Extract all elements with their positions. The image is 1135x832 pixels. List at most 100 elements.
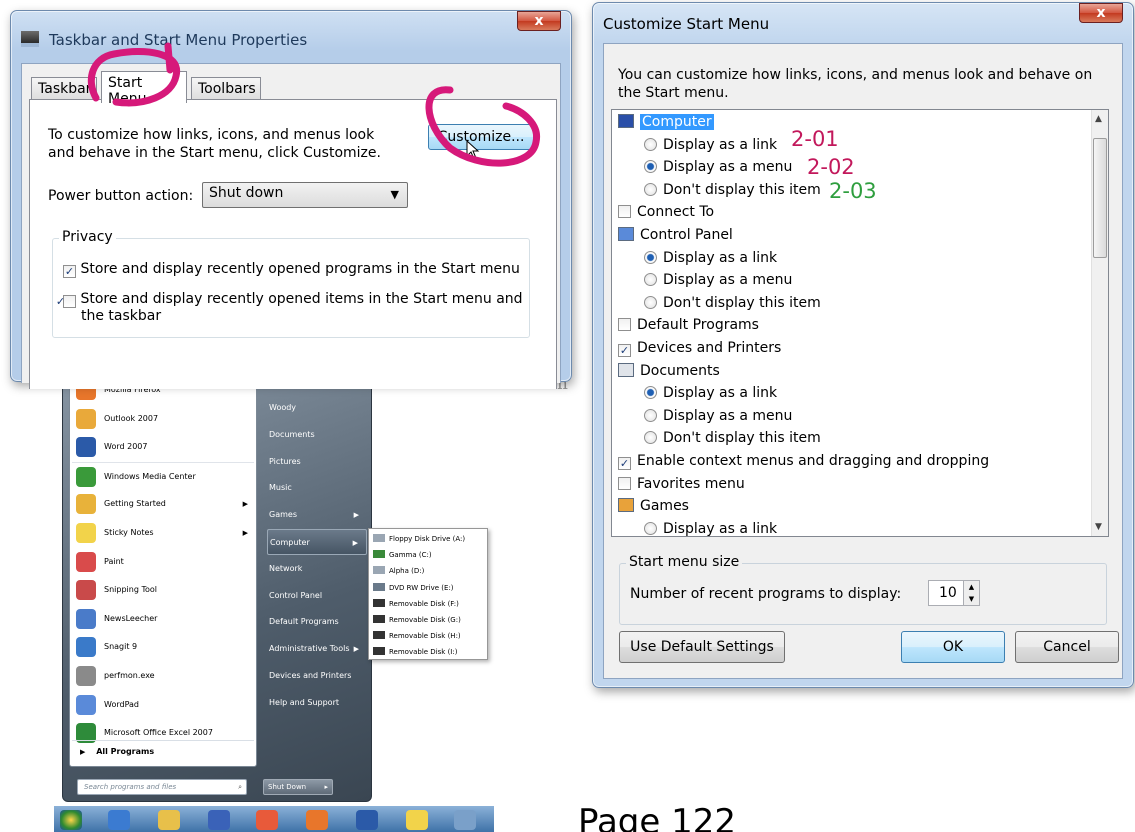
start-right-item[interactable]: Woody	[267, 395, 367, 421]
start-program-item[interactable]: Windows Media Center	[72, 461, 254, 490]
vertical-scrollbar[interactable]: ▲ ▼	[1091, 110, 1108, 536]
tree-radio-option[interactable]: Display as a link	[644, 248, 777, 268]
scroll-up-icon[interactable]: ▲	[1095, 114, 1102, 124]
start-program-item[interactable]: Paint	[72, 548, 254, 576]
start-program-item[interactable]: WordPad	[72, 691, 254, 719]
radio-button[interactable]	[644, 182, 657, 196]
start-right-item[interactable]: Music	[267, 475, 367, 501]
spinner-arrows-icon[interactable]: ▲ ▼	[963, 581, 979, 605]
radio-button[interactable]	[644, 160, 657, 174]
tree-checkbox-option[interactable]: Enable context menus and dragging and dr…	[618, 451, 989, 471]
tree-radio-option[interactable]: Display as a link	[644, 383, 777, 403]
radio-button[interactable]	[644, 273, 657, 287]
internet-explorer-icon[interactable]	[108, 810, 130, 830]
tree-category-computer[interactable]: Computer	[618, 112, 714, 132]
start-menu-options-tree[interactable]: Computer Display as a link Display as a me…	[611, 109, 1109, 537]
radio-button[interactable]	[644, 137, 657, 151]
chrome-icon[interactable]	[256, 810, 278, 830]
radio-button[interactable]	[644, 250, 657, 264]
sticky-notes-icon[interactable]	[406, 810, 428, 830]
drive-icon	[373, 550, 385, 559]
tree-category-games[interactable]: Games	[618, 496, 689, 516]
start-orb-icon[interactable]	[60, 810, 82, 830]
start-right-item[interactable]: Pictures	[267, 449, 367, 475]
cancel-button[interactable]: Cancel	[1015, 631, 1119, 663]
drive-item[interactable]: Removable Disk (H:)	[371, 628, 487, 644]
tree-radio-option[interactable]: Display as a link	[644, 135, 777, 155]
tree-checkbox-option[interactable]: Devices and Printers	[618, 338, 781, 358]
start-right-item[interactable]: Default Programs	[267, 609, 367, 635]
tree-checkbox-option[interactable]: Connect To	[618, 202, 714, 222]
paint-icon[interactable]	[454, 810, 476, 830]
checkbox[interactable]	[618, 205, 631, 219]
tree-radio-option[interactable]: Display as a menu	[644, 157, 792, 177]
checkbox[interactable]	[618, 457, 631, 470]
start-right-item[interactable]: Administrative Tools ▶	[267, 636, 367, 662]
tree-radio-option[interactable]: Display as a menu	[644, 270, 792, 290]
radio-button[interactable]	[644, 408, 657, 422]
start-right-item[interactable]: Games ▶	[267, 502, 367, 528]
drive-item[interactable]: Floppy Disk Drive (A:)	[371, 531, 487, 547]
tree-radio-option[interactable]: Don't display this item	[644, 293, 821, 313]
tree-radio-option[interactable]: Don't display this item	[644, 428, 821, 448]
start-right-item[interactable]: Computer ▶	[267, 529, 367, 555]
checkbox[interactable]	[63, 265, 76, 278]
scroll-thumb[interactable]	[1093, 138, 1107, 258]
start-search-input[interactable]: Search programs and files ⌕	[77, 779, 247, 795]
tree-checkbox-option[interactable]: Favorites menu	[618, 474, 745, 494]
start-program-item[interactable]: Snagit 9	[72, 633, 254, 661]
firefox-icon[interactable]	[306, 810, 328, 830]
start-right-item[interactable]: Control Panel	[267, 583, 367, 609]
start-program-item[interactable]: Word 2007	[72, 433, 254, 461]
privacy-option-items[interactable]: Store and display recently opened items …	[63, 291, 523, 325]
start-right-item[interactable]: Documents	[267, 422, 367, 448]
use-default-settings-button[interactable]: Use Default Settings	[619, 631, 785, 663]
search-icon: ⌕	[238, 783, 242, 791]
start-program-item[interactable]: NewsLeecher	[72, 605, 254, 633]
radio-button[interactable]	[644, 295, 657, 309]
tree-category-control-panel[interactable]: Control Panel	[618, 225, 733, 245]
tab-taskbar[interactable]: Taskbar	[31, 77, 97, 101]
start-program-item[interactable]: Outlook 2007	[72, 405, 254, 433]
media-icon[interactable]	[208, 810, 230, 830]
drive-item[interactable]: Removable Disk (F:)	[371, 596, 487, 612]
start-program-item[interactable]: Getting Started ▶	[72, 490, 254, 518]
tab-start-menu[interactable]: Start Menu	[101, 71, 187, 107]
close-button[interactable]: x	[517, 11, 561, 31]
radio-button[interactable]	[644, 431, 657, 445]
radio-button[interactable]	[644, 521, 657, 535]
close-button[interactable]: x	[1079, 3, 1123, 23]
all-programs-button[interactable]: ▶ All Programs	[72, 740, 254, 762]
start-program-item[interactable]: perfmon.exe	[72, 662, 254, 690]
checkbox[interactable]	[63, 295, 76, 308]
power-button-select[interactable]: Shut down ▼	[202, 182, 408, 208]
checkbox[interactable]	[618, 476, 631, 490]
recent-programs-spinner[interactable]: 10 ▲ ▼	[928, 580, 980, 606]
tree-radio-option[interactable]: Display as a menu	[644, 406, 792, 426]
tree-radio-option[interactable]: Display as a link	[644, 519, 777, 536]
start-right-item[interactable]: Network	[267, 556, 367, 582]
tree-category-documents[interactable]: Documents	[618, 361, 720, 381]
start-program-item[interactable]: Snipping Tool	[72, 576, 254, 604]
start-right-item[interactable]: Devices and Printers	[267, 663, 367, 689]
tree-checkbox-option[interactable]: Default Programs	[618, 315, 759, 335]
radio-button[interactable]	[644, 386, 657, 400]
start-right-item[interactable]: Help and Support	[267, 690, 367, 716]
ok-button[interactable]: OK	[901, 631, 1005, 663]
shut-down-button[interactable]: Shut Down ▸	[263, 779, 333, 795]
checkbox[interactable]	[618, 344, 631, 357]
scroll-down-icon[interactable]: ▼	[1095, 522, 1102, 532]
drive-item[interactable]: Removable Disk (I:)	[371, 644, 487, 660]
privacy-option-programs[interactable]: Store and display recently opened progra…	[63, 261, 523, 278]
folder-icon[interactable]	[158, 810, 180, 830]
checkbox[interactable]	[618, 318, 631, 332]
tree-radio-option[interactable]: Don't display this item	[644, 180, 821, 200]
drive-item[interactable]: Gamma (C:)	[371, 547, 487, 563]
documents-icon	[618, 362, 634, 377]
drive-item[interactable]: DVD RW Drive (E:)	[371, 580, 487, 596]
word-icon[interactable]	[356, 810, 378, 830]
drive-item[interactable]: Removable Disk (G:)	[371, 612, 487, 628]
start-program-item[interactable]: Sticky Notes ▶	[72, 519, 254, 547]
drive-item[interactable]: Alpha (D:)	[371, 563, 487, 579]
tab-toolbars[interactable]: Toolbars	[191, 77, 261, 101]
